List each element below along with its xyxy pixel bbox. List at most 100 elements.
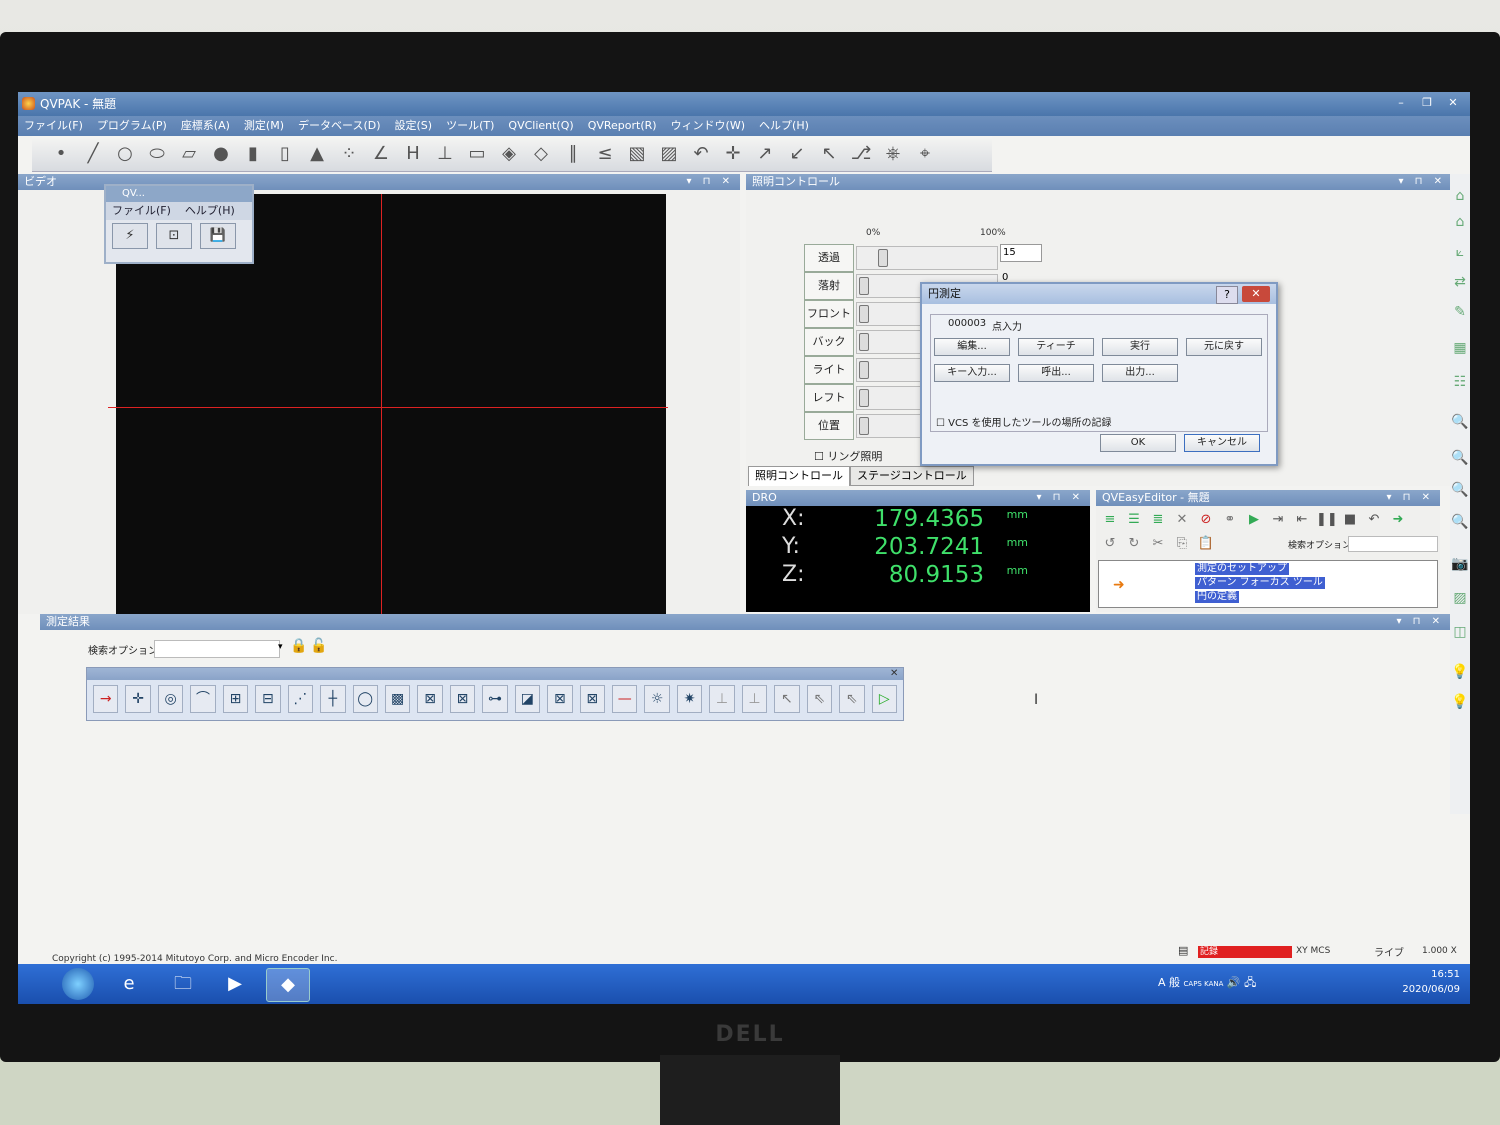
focus-tool2-icon[interactable]: ⊠ (547, 685, 573, 713)
media-icon[interactable]: ▶ (214, 968, 256, 1000)
edge-line-icon[interactable]: — (612, 685, 638, 713)
arc-icon[interactable]: ↶ (688, 141, 714, 167)
align3-icon[interactable]: ⌖ (912, 141, 938, 167)
camera-icon[interactable]: 📷 (1451, 556, 1469, 578)
light-tool-icon[interactable]: ☼ (644, 685, 670, 713)
minimize-button[interactable]: – (1390, 94, 1412, 112)
panel-controls[interactable]: ▾ ⊓ ✕ (1386, 490, 1434, 506)
zoom-fit-icon[interactable]: 🔍 (1451, 514, 1469, 536)
output-button[interactable]: 出力... (1102, 364, 1178, 382)
bulb-icon[interactable]: 💡 (1451, 664, 1469, 686)
list2-icon[interactable]: ≣ (1148, 510, 1168, 530)
slider-knob[interactable] (859, 389, 869, 407)
axis3-icon[interactable]: ↖ (816, 141, 842, 167)
copy-icon[interactable]: ⎘ (1172, 534, 1192, 554)
area-tool-icon[interactable]: ⊠ (417, 685, 443, 713)
cancel-button[interactable]: キャンセル (1184, 434, 1260, 452)
slot2-icon[interactable]: ▨ (656, 141, 682, 167)
home-icon[interactable]: ⌂ (1451, 188, 1469, 210)
menu-coordinate[interactable]: 座標系(A) (181, 116, 230, 136)
vcs-checkbox[interactable]: ☐ VCS を使用したツールの場所の記録 (936, 414, 1112, 429)
ie-icon[interactable]: e (108, 968, 150, 1000)
edge-arrow-icon[interactable]: → (93, 685, 119, 713)
circle-icon[interactable]: ○ (112, 141, 138, 167)
panel-controls[interactable]: ▾ ⊓ ✕ (686, 174, 734, 190)
menu-window[interactable]: ウィンドウ(W) (671, 116, 745, 136)
step-icon[interactable]: ⇥ (1268, 510, 1288, 530)
qv-mini-menu-help[interactable]: ヘルプ(H) (185, 204, 235, 217)
multi-point-icon[interactable]: ⋰ (287, 685, 314, 713)
arrow-right-icon[interactable]: ➜ (1388, 510, 1408, 530)
paste-icon[interactable]: 📋 (1196, 534, 1216, 554)
dialog-help-button[interactable]: ? (1216, 286, 1238, 304)
chevron-down-icon[interactable]: ▾ (278, 642, 283, 652)
recall-button[interactable]: 呼出... (1018, 364, 1094, 382)
align2-icon[interactable]: ⎈ (880, 141, 906, 167)
rotate2-icon[interactable]: ◇ (528, 141, 554, 167)
probe-tool-icon[interactable]: ⊥ (709, 685, 735, 713)
cone-icon[interactable]: ▲ (304, 141, 330, 167)
parallel-icon[interactable]: ∥ (560, 141, 586, 167)
play-icon[interactable]: ▶ (1244, 510, 1264, 530)
light-slider-transmit[interactable] (856, 246, 998, 270)
home2-icon[interactable]: ⌂ (1451, 214, 1469, 236)
teach-button[interactable]: ティーチ (1018, 338, 1094, 356)
cylinder2-icon[interactable]: ▯ (272, 141, 298, 167)
box-tool2-icon[interactable]: ⊟ (255, 685, 281, 713)
menu-database[interactable]: データベース(D) (298, 116, 381, 136)
maximize-button[interactable]: ❐ (1416, 94, 1438, 112)
capture-icon[interactable]: ⊡ (156, 223, 192, 249)
save-icon[interactable]: 💾 (200, 223, 236, 249)
explorer-icon[interactable]: 🗀 (162, 968, 204, 1000)
bulb-edit-icon[interactable]: 💡 (1451, 694, 1469, 716)
tree-item-circle-definition[interactable]: 円の定義 (1195, 591, 1239, 603)
arc-tool-icon[interactable]: ⌒ (190, 685, 216, 713)
pause-icon[interactable]: ❚❚ (1316, 510, 1338, 530)
slider-knob[interactable] (859, 333, 869, 351)
tree-item-pattern-focus[interactable]: パターン フォーカス ツール (1195, 577, 1325, 589)
tab-stage-control[interactable]: ステージコントロール (850, 466, 974, 486)
box-tool-icon[interactable]: ⊞ (222, 685, 249, 713)
distance-icon[interactable]: H (400, 141, 426, 167)
cylinder-icon[interactable]: ▮ (240, 141, 266, 167)
pointer-run-icon[interactable]: ▷ (871, 685, 897, 713)
zoom-out-icon[interactable]: 🔍 (1451, 482, 1469, 504)
qvpak-taskbar-icon[interactable]: ◆ (266, 968, 310, 1002)
align-icon[interactable]: ⎇ (848, 141, 874, 167)
area-tool2-icon[interactable]: ⊠ (449, 685, 476, 713)
clock[interactable]: 16:51 2020/06/09 (1402, 967, 1460, 997)
panel-controls[interactable]: ▾ ⊓ ✕ (1036, 490, 1084, 506)
image-icon[interactable]: ▨ (1451, 590, 1469, 612)
focus-tool-icon[interactable]: ◪ (514, 685, 541, 713)
circle-auto-icon[interactable]: ◯ (352, 685, 378, 713)
layers-icon[interactable]: ◫ (1451, 624, 1469, 646)
slider-knob[interactable] (859, 361, 869, 379)
menu-settings[interactable]: 設定(S) (395, 116, 433, 136)
circle-tool-icon[interactable]: ◎ (157, 685, 184, 713)
undo-button[interactable]: 元に戻す (1186, 338, 1262, 356)
menu-qvclient[interactable]: QVClient(Q) (508, 116, 573, 136)
lock-icon[interactable]: 🔒 (290, 638, 307, 654)
slider-knob[interactable] (878, 249, 889, 267)
program-tree[interactable]: ➜ 測定のセットアップ パターン フォーカス ツール 円の定義 (1098, 560, 1438, 608)
toolbar-close-icon[interactable]: ✕ (890, 668, 898, 679)
start-button[interactable] (62, 968, 94, 1000)
plane-icon[interactable]: ▱ (176, 141, 202, 167)
close-button[interactable]: ✕ (1442, 94, 1464, 112)
cross-icon[interactable]: ✛ (720, 141, 746, 167)
qv-mini-menu-file[interactable]: ファイル(F) (112, 204, 171, 217)
volume-icon[interactable]: 🔊 (1227, 976, 1241, 989)
multi-pointer-icon[interactable]: ⇖ (806, 685, 833, 713)
key-input-button[interactable]: キー入力... (934, 364, 1010, 382)
dialog-close-button[interactable]: ✕ (1242, 286, 1270, 302)
plug-icon[interactable]: ⚡ (112, 223, 148, 249)
gap-tool-icon[interactable]: ⊶ (482, 685, 508, 713)
link-icon[interactable]: ⚭ (1220, 510, 1240, 530)
ee-search-input[interactable] (1348, 536, 1438, 552)
pointer-icon[interactable]: ↖ (774, 685, 800, 713)
menu-tools[interactable]: ツール(T) (446, 116, 494, 136)
slider-knob[interactable] (859, 277, 869, 295)
step2-icon[interactable]: ⇤ (1292, 510, 1312, 530)
edge-point-icon[interactable]: ✛ (125, 685, 151, 713)
ok-button[interactable]: OK (1100, 434, 1176, 452)
